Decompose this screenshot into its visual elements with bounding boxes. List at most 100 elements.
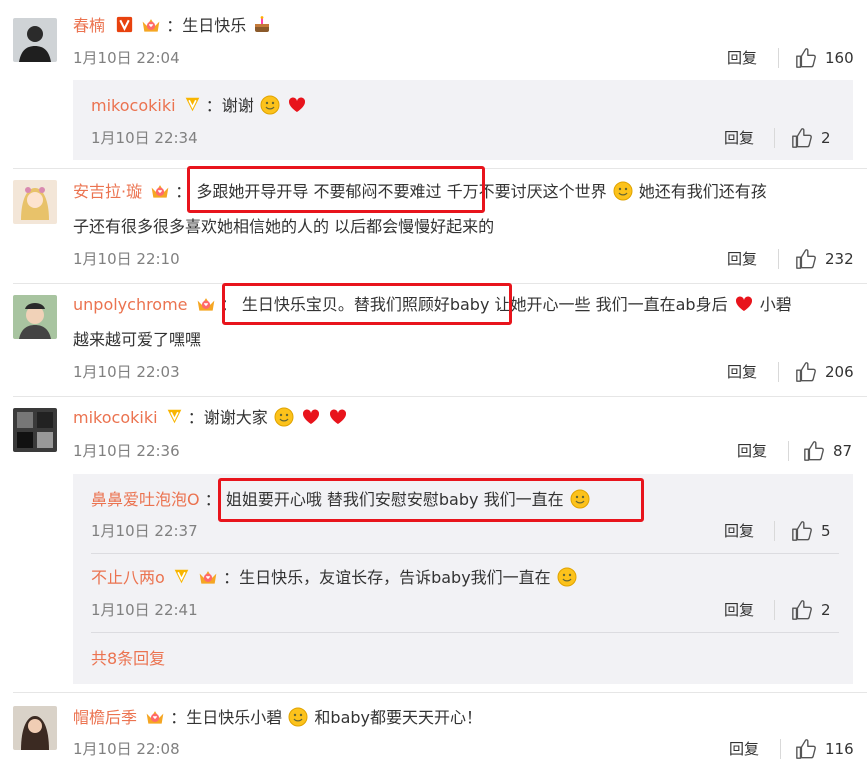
crown-badge-icon xyxy=(141,16,161,34)
verified-v-badge-icon xyxy=(173,568,190,585)
like-count: 206 xyxy=(825,363,854,381)
reply-button[interactable]: 回复 xyxy=(727,362,757,382)
divider xyxy=(774,128,775,148)
heart-emoji-icon xyxy=(328,407,348,427)
like-count: 2 xyxy=(821,601,831,619)
thumbs-up-icon xyxy=(791,127,813,149)
highlighted-text: 生日快乐宝贝。替我们照顾好baby xyxy=(241,295,490,314)
timestamp: 1月10日 22:04 xyxy=(73,49,180,67)
username[interactable]: 不止八两o xyxy=(91,568,165,587)
reply-button[interactable]: 回复 xyxy=(727,48,757,68)
comment-text: 越来越可爱了嘿嘿 xyxy=(73,330,202,349)
thumbs-up-icon xyxy=(803,440,825,462)
divider xyxy=(91,632,839,633)
kissing-emoji-icon xyxy=(570,489,590,509)
reply-2-body: 鼻鼻爱吐泡泡O ： 姐姐要开心哦 替我们安慰安慰baby 我们一直在 xyxy=(91,488,591,512)
avatar[interactable] xyxy=(13,408,57,452)
cake-emoji-icon xyxy=(252,15,272,35)
divider xyxy=(91,553,839,554)
like-button[interactable]: 87 xyxy=(803,440,852,462)
divider xyxy=(13,168,867,169)
thumbs-up-icon xyxy=(791,599,813,621)
divider xyxy=(778,48,779,68)
username[interactable]: unpolychrome xyxy=(73,295,188,314)
comment-text: 让她开心一些 我们一直在ab身后 xyxy=(494,295,728,314)
timestamp: 1月10日 22:41 xyxy=(91,601,198,619)
highlighted-text: 姐姐要开心哦 替我们安慰安慰baby 我们一直在 xyxy=(225,490,564,509)
reply-3-body: 不止八两o ：生日快乐，友谊长存，告诉baby我们一直在 xyxy=(91,566,578,590)
heart-emoji-icon xyxy=(287,95,307,115)
reply-text: ：生日快乐，友谊长存，告诉baby我们一直在 xyxy=(223,568,551,587)
avatar[interactable] xyxy=(13,706,57,750)
comment-3-line-2: 越来越可爱了嘿嘿 xyxy=(73,328,201,352)
heart-eyes-emoji-icon xyxy=(260,95,280,115)
username[interactable]: 帽檐后季 xyxy=(73,708,137,727)
comment-3-line-1: unpolychrome ： 生日快乐宝贝。替我们照顾好baby 让她开心一些 … xyxy=(73,293,792,317)
like-button[interactable]: 206 xyxy=(795,361,854,383)
comment-text: ：谢谢大家 xyxy=(187,408,268,427)
like-button[interactable]: 232 xyxy=(795,248,854,270)
comment-text: 她还有我们还有孩 xyxy=(638,182,767,201)
verified-v-badge-icon xyxy=(166,408,183,425)
username[interactable]: 春楠 xyxy=(73,16,105,35)
verified-v-badge-icon xyxy=(184,96,201,113)
timestamp: 1月10日 22:34 xyxy=(91,129,198,147)
like-button[interactable]: 5 xyxy=(791,520,831,542)
avatar[interactable] xyxy=(13,295,57,339)
like-count: 160 xyxy=(825,49,854,67)
like-button[interactable]: 2 xyxy=(791,127,831,149)
divider xyxy=(13,396,867,397)
comment-text: ：生日快乐 xyxy=(166,16,247,35)
username[interactable]: mikocokiki xyxy=(91,96,176,115)
comment-text-prefix: ： xyxy=(220,295,237,314)
reply-button[interactable]: 回复 xyxy=(724,128,754,148)
comment-text: 子还有很多很多喜欢她相信她的人的 以后都会慢慢好起来的 xyxy=(73,217,495,236)
comment-2-line-1: 安吉拉·璇 ： 多跟她开导开导 不要郁闷不要难过 千万不要讨厌这个世界 她还有我… xyxy=(73,180,767,204)
more-replies-link[interactable]: 共8条回复 xyxy=(91,648,165,670)
comment-text: 和baby都要天天开心！ xyxy=(314,708,482,727)
divider xyxy=(778,249,779,269)
reply-1-body: mikocokiki ：谢谢 xyxy=(91,94,308,118)
reply-list xyxy=(73,80,853,160)
timestamp: 1月10日 22:03 xyxy=(73,363,180,381)
avatar[interactable] xyxy=(13,180,57,224)
reply-text-prefix: ： xyxy=(204,490,221,509)
thumbs-up-icon xyxy=(795,248,817,270)
comment-text: ：生日快乐小碧 xyxy=(170,708,283,727)
like-button[interactable]: 116 xyxy=(795,738,854,760)
reply-button[interactable]: 回复 xyxy=(724,521,754,541)
thumbs-up-icon xyxy=(795,361,817,383)
divider xyxy=(13,283,867,284)
divider xyxy=(13,692,867,693)
like-count: 116 xyxy=(825,740,854,758)
comment-text: 小碧 xyxy=(759,295,792,314)
heart-emoji-icon xyxy=(734,294,754,314)
comment-1-body: 春楠 ：生日快乐 xyxy=(73,14,273,38)
like-count: 87 xyxy=(833,442,853,460)
like-button[interactable]: 2 xyxy=(791,599,831,621)
avatar[interactable] xyxy=(13,18,57,62)
reply-text: ：谢谢 xyxy=(205,96,254,115)
divider xyxy=(780,739,781,759)
kiss-heart-emoji-icon xyxy=(557,567,577,587)
like-button[interactable]: 160 xyxy=(795,47,854,69)
like-count: 5 xyxy=(821,522,831,540)
reply-button[interactable]: 回复 xyxy=(737,441,767,461)
crying-emoji-icon xyxy=(274,407,294,427)
comment-4-body: mikocokiki ：谢谢大家 xyxy=(73,406,349,430)
timestamp: 1月10日 22:36 xyxy=(73,442,180,460)
username[interactable]: mikocokiki xyxy=(73,408,158,427)
reply-button[interactable]: 回复 xyxy=(729,739,759,759)
username[interactable]: 安吉拉·璇 xyxy=(73,182,142,201)
divider xyxy=(788,441,789,461)
reply-button[interactable]: 回复 xyxy=(727,249,757,269)
heart-emoji-icon xyxy=(301,407,321,427)
divider xyxy=(774,521,775,541)
crown-badge-icon xyxy=(196,295,216,313)
like-count: 2 xyxy=(821,129,831,147)
thumbs-up-icon xyxy=(795,47,817,69)
reply-button[interactable]: 回复 xyxy=(724,600,754,620)
highlighted-text: 多跟她开导开导 不要郁闷不要难过 xyxy=(196,182,442,201)
username[interactable]: 鼻鼻爱吐泡泡O xyxy=(91,490,200,509)
comment-2-line-2: 子还有很多很多喜欢她相信她的人的 以后都会慢慢好起来的 xyxy=(73,215,494,239)
